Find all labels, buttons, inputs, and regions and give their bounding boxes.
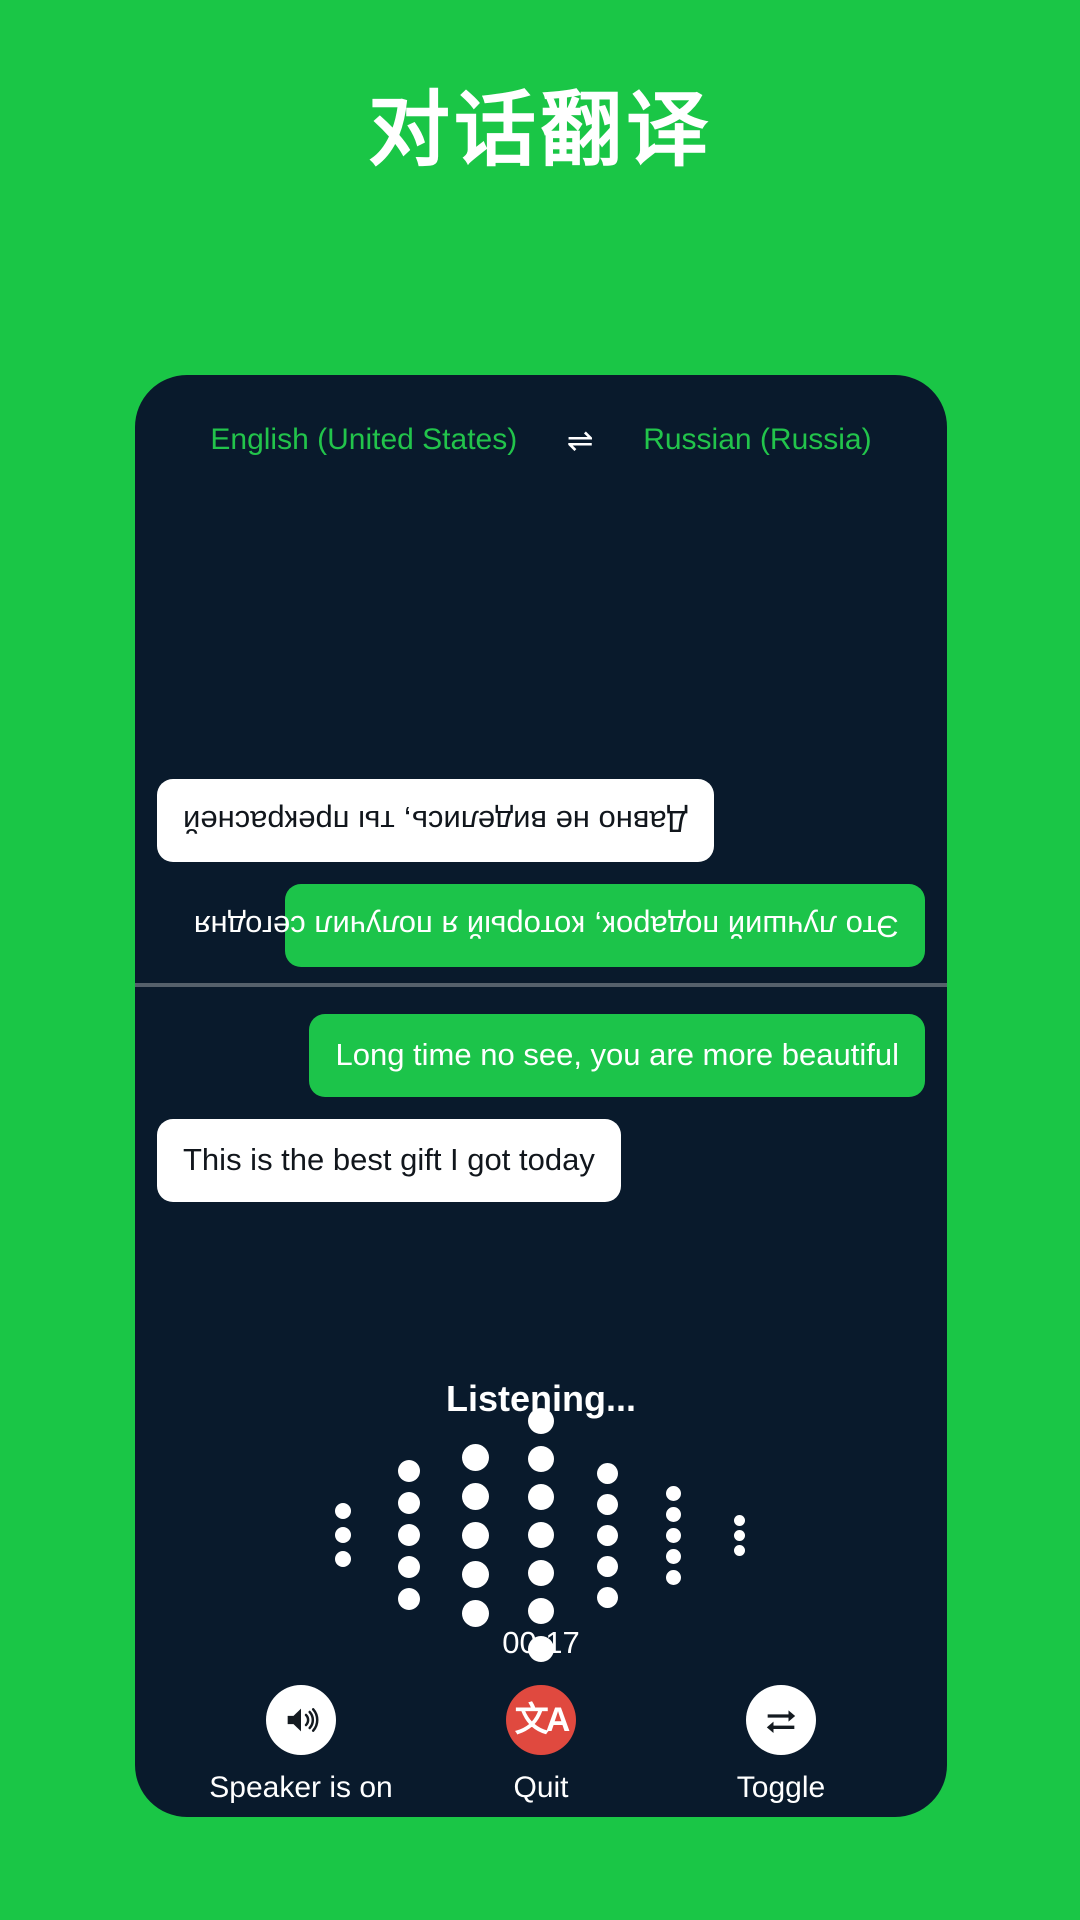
waveform-dot — [665, 1569, 681, 1585]
waveform-dot — [596, 1493, 618, 1515]
waveform-dot — [665, 1506, 681, 1522]
waveform-dot — [461, 1521, 489, 1549]
waveform-dot — [733, 1514, 745, 1526]
waveform-dot — [528, 1560, 554, 1586]
waveform-dot — [461, 1599, 489, 1627]
speaker-button-circle[interactable] — [266, 1685, 336, 1755]
local-conversation-pane: Long time no see, you are more beautiful… — [135, 990, 947, 1350]
waveform-dot — [398, 1588, 420, 1610]
waveform-column — [376, 1455, 442, 1615]
page-title: 对话翻译 — [367, 85, 712, 176]
message-row: This is the best gift I got today — [135, 1118, 947, 1202]
quit-button-circle[interactable]: 文A — [506, 1685, 576, 1755]
toggle-button[interactable]: Toggle — [671, 1685, 891, 1805]
quit-button[interactable]: 文A Quit — [431, 1685, 651, 1805]
message-bubble-local-white[interactable]: This is the best gift I got today — [157, 1118, 621, 1202]
audio-waveform — [135, 1408, 947, 1662]
speaker-button[interactable]: Speaker is on — [191, 1685, 411, 1805]
waveform-dot — [596, 1555, 618, 1577]
waveform-dot — [461, 1443, 489, 1471]
quit-button-label: Quit — [513, 1771, 569, 1804]
source-language-label[interactable]: English (United States) — [210, 423, 517, 457]
waveform-column — [706, 1513, 772, 1558]
waveform-dot — [398, 1524, 420, 1546]
message-row: Long time no see, you are more beautiful — [135, 1014, 947, 1097]
waveform-dot — [596, 1524, 618, 1546]
waveform-dot — [596, 1586, 618, 1608]
waveform-dot — [335, 1551, 351, 1567]
waveform-dot — [528, 1598, 554, 1624]
waveform-dot — [335, 1527, 351, 1543]
message-bubble-local-green[interactable]: Long time no see, you are more beautiful — [309, 1014, 925, 1097]
remote-conversation-pane: Это лучший подарок, который я получил се… — [135, 475, 947, 985]
message-row: Это лучший подарок, который я получил се… — [135, 884, 947, 967]
waveform-dot — [335, 1503, 351, 1519]
speaker-button-label: Speaker is on — [209, 1771, 393, 1804]
message-row: Давно не виделись, ты прекрасней — [135, 779, 947, 863]
waveform-dot — [596, 1462, 618, 1484]
waveform-dot — [665, 1527, 681, 1543]
waveform-dot — [461, 1482, 489, 1510]
waveform-column — [442, 1438, 508, 1633]
message-bubble-remote-green[interactable]: Это лучший подарок, который я получил се… — [194, 884, 925, 967]
waveform-dot — [528, 1522, 554, 1548]
waveform-dot — [528, 1446, 554, 1472]
waveform-dot — [665, 1548, 681, 1564]
waveform-dot — [398, 1556, 420, 1578]
waveform-dot — [398, 1492, 420, 1514]
control-bar: Speaker is on 文A Quit Toggle — [135, 1685, 947, 1805]
recording-timer: 00:17 — [502, 1625, 580, 1660]
language-bar: English (United States) ⇌ Russian (Russi… — [135, 413, 947, 467]
translate-icon: 文A — [514, 1701, 571, 1739]
waveform-column — [574, 1458, 640, 1613]
waveform-dot — [461, 1560, 489, 1588]
toggle-button-circle[interactable] — [746, 1685, 816, 1755]
waveform-column — [310, 1499, 376, 1571]
waveform-dot — [733, 1544, 745, 1556]
waveform-dot — [665, 1485, 681, 1501]
message-bubble-remote-white[interactable]: Давно не виделись, ты прекрасней — [157, 779, 714, 863]
toggle-button-label: Toggle — [736, 1771, 826, 1804]
waveform-dot — [398, 1460, 420, 1482]
speaker-on-icon — [287, 1708, 319, 1732]
swap-horizontal-icon[interactable]: ⇌ — [563, 424, 597, 456]
waveform-dot — [733, 1529, 745, 1541]
pane-divider — [135, 983, 947, 987]
waveform-column — [640, 1483, 706, 1588]
waveform-dot — [528, 1408, 554, 1434]
target-language-label[interactable]: Russian (Russia) — [643, 423, 871, 457]
waveform-dot — [528, 1484, 554, 1510]
phone-card: English (United States) ⇌ Russian (Russi… — [135, 375, 947, 1817]
swap-arrows-icon — [766, 1710, 796, 1733]
